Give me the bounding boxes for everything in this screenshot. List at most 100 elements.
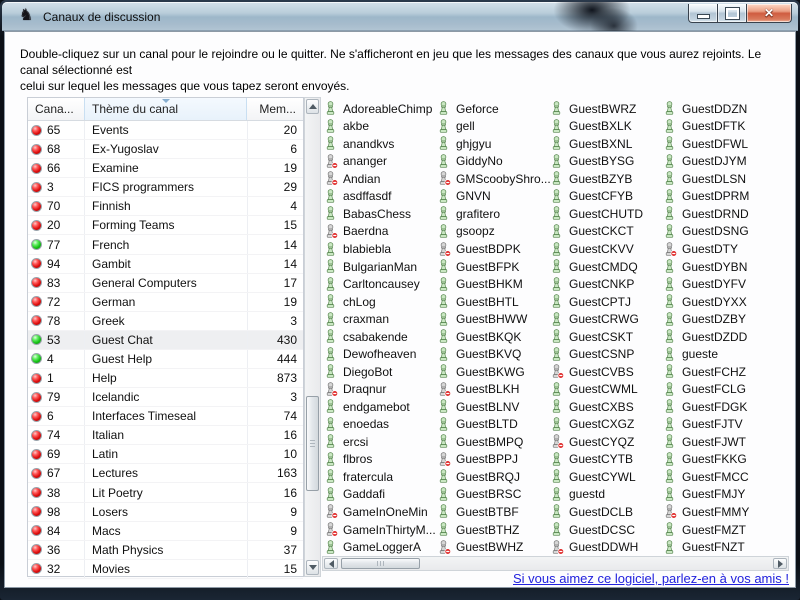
- user-item[interactable]: GuestCRWG: [551, 310, 664, 328]
- user-item[interactable]: GuestBYSG: [551, 153, 664, 171]
- user-item[interactable]: GuestBRSC: [438, 486, 551, 504]
- user-item[interactable]: Carltoncausey: [325, 275, 438, 293]
- user-item[interactable]: GuestDJYM: [664, 153, 789, 171]
- table-row[interactable]: 74Italian16: [28, 426, 303, 445]
- user-item[interactable]: GuestBLTD: [438, 416, 551, 434]
- table-row[interactable]: 72German19: [28, 293, 303, 312]
- user-item[interactable]: GuestCNKP: [551, 275, 664, 293]
- user-item[interactable]: GuestFCLG: [664, 381, 789, 399]
- table-row[interactable]: 4Guest Help444: [28, 350, 303, 369]
- user-item[interactable]: blabiebla: [325, 240, 438, 258]
- scroll-left-button[interactable]: [324, 558, 338, 569]
- user-item[interactable]: ghjgyu: [438, 135, 551, 153]
- user-item[interactable]: Dewofheaven: [325, 345, 438, 363]
- close-button[interactable]: ✕: [746, 4, 792, 23]
- table-row[interactable]: 6Interfaces Timeseal74: [28, 407, 303, 426]
- user-item[interactable]: GuestBPPJ: [438, 451, 551, 469]
- user-item[interactable]: fratercula: [325, 468, 438, 486]
- user-item[interactable]: GameInOneMin: [325, 503, 438, 521]
- user-item[interactable]: GuestCYWL: [551, 468, 664, 486]
- column-header-theme[interactable]: Thème du canal: [84, 98, 247, 120]
- user-item[interactable]: GuestCSNP: [551, 345, 664, 363]
- user-item[interactable]: GuestCWML: [551, 381, 664, 399]
- user-item[interactable]: GuestBDPK: [438, 240, 551, 258]
- user-item[interactable]: csabakende: [325, 328, 438, 346]
- user-item[interactable]: GuestFJTV: [664, 416, 789, 434]
- table-row[interactable]: 84Macs9: [28, 522, 303, 541]
- user-item[interactable]: GuestBHKM: [438, 275, 551, 293]
- table-row[interactable]: 77French14: [28, 235, 303, 254]
- user-item[interactable]: GuestDFTK: [664, 118, 789, 136]
- user-item[interactable]: GMScoobyShro...: [438, 170, 551, 188]
- share-link[interactable]: Si vous aimez ce logiciel, parlez-en à v…: [513, 571, 789, 586]
- user-item[interactable]: GuestBZYB: [551, 170, 664, 188]
- user-item[interactable]: GuestFMJY: [664, 486, 789, 504]
- maximize-button[interactable]: [718, 4, 746, 23]
- user-item[interactable]: chLog: [325, 293, 438, 311]
- user-item[interactable]: GameInThirtyM...: [325, 521, 438, 539]
- user-item[interactable]: GuestBKWG: [438, 363, 551, 381]
- user-item[interactable]: BulgarianMan: [325, 258, 438, 276]
- user-item[interactable]: grafitero: [438, 205, 551, 223]
- user-item[interactable]: GuestBRQJ: [438, 468, 551, 486]
- table-row[interactable]: 36Math Physics37: [28, 541, 303, 560]
- user-item[interactable]: GuestDCLB: [551, 503, 664, 521]
- table-row[interactable]: 3FICS programmers29: [28, 178, 303, 197]
- scroll-down-button[interactable]: [306, 560, 319, 575]
- user-item[interactable]: GuestCKVV: [551, 240, 664, 258]
- column-header-members[interactable]: Mem...: [247, 98, 302, 120]
- table-row[interactable]: 65Events20: [28, 121, 303, 140]
- user-item[interactable]: GuestBXLK: [551, 118, 664, 136]
- user-item[interactable]: anandkvs: [325, 135, 438, 153]
- table-row[interactable]: 94Gambit14: [28, 255, 303, 274]
- user-item[interactable]: GuestCHUTD: [551, 205, 664, 223]
- table-row[interactable]: 66Examine19: [28, 159, 303, 178]
- user-item[interactable]: Andian: [325, 170, 438, 188]
- user-item[interactable]: GuestFNZT: [664, 538, 789, 556]
- user-item[interactable]: GuestDSNG: [664, 223, 789, 241]
- user-item[interactable]: gueste: [664, 345, 789, 363]
- user-item[interactable]: GuestDTY: [664, 240, 789, 258]
- user-item[interactable]: GuestBKVQ: [438, 345, 551, 363]
- table-row[interactable]: 53Guest Chat430: [28, 331, 303, 350]
- user-item[interactable]: GuestDLSN: [664, 170, 789, 188]
- column-header-channel[interactable]: Cana...: [28, 98, 85, 120]
- vertical-scrollbar-thumb[interactable]: [306, 396, 319, 491]
- user-item[interactable]: GuestDYXX: [664, 293, 789, 311]
- user-item[interactable]: GuestBKQK: [438, 328, 551, 346]
- users-horizontal-scrollbar[interactable]: [322, 556, 789, 571]
- table-row[interactable]: 38Lit Poetry16: [28, 483, 303, 502]
- user-item[interactable]: GuestBTHZ: [438, 521, 551, 539]
- user-item[interactable]: GuestBWHZ: [438, 538, 551, 556]
- user-item[interactable]: GuestBWRZ: [551, 100, 664, 118]
- user-item[interactable]: GuestCKCT: [551, 223, 664, 241]
- table-row[interactable]: 69Latin10: [28, 445, 303, 464]
- table-row[interactable]: 67Lectures163: [28, 464, 303, 483]
- horizontal-scrollbar-thumb[interactable]: [341, 558, 420, 569]
- user-item[interactable]: craxman: [325, 310, 438, 328]
- user-item[interactable]: GuestCXGZ: [551, 416, 664, 434]
- scroll-up-button[interactable]: [306, 99, 319, 114]
- user-item[interactable]: GiddyNo: [438, 153, 551, 171]
- user-item[interactable]: GuestDCSC: [551, 521, 664, 539]
- user-item[interactable]: GuestDDWH: [551, 538, 664, 556]
- user-item[interactable]: GuestCPTJ: [551, 293, 664, 311]
- minimize-button[interactable]: [688, 4, 718, 23]
- user-item[interactable]: GuestDFWL: [664, 135, 789, 153]
- user-item[interactable]: GuestCVBS: [551, 363, 664, 381]
- table-row[interactable]: 70Finnish4: [28, 197, 303, 216]
- table-row[interactable]: 68Ex-Yugoslav6: [28, 140, 303, 159]
- user-item[interactable]: GuestFJWT: [664, 433, 789, 451]
- table-row[interactable]: 20Forming Teams15: [28, 216, 303, 235]
- user-item[interactable]: Draqnur: [325, 381, 438, 399]
- user-item[interactable]: akbe: [325, 118, 438, 136]
- user-item[interactable]: GuestCYQZ: [551, 433, 664, 451]
- user-item[interactable]: GuestDYFV: [664, 275, 789, 293]
- user-item[interactable]: GuestCYTB: [551, 451, 664, 469]
- table-row[interactable]: 1Help873: [28, 369, 303, 388]
- user-item[interactable]: BabasChess: [325, 205, 438, 223]
- user-item[interactable]: GuestBFPK: [438, 258, 551, 276]
- table-row[interactable]: 78Greek3: [28, 312, 303, 331]
- user-item[interactable]: GuestDDZN: [664, 100, 789, 118]
- user-item[interactable]: GuestCFYB: [551, 188, 664, 206]
